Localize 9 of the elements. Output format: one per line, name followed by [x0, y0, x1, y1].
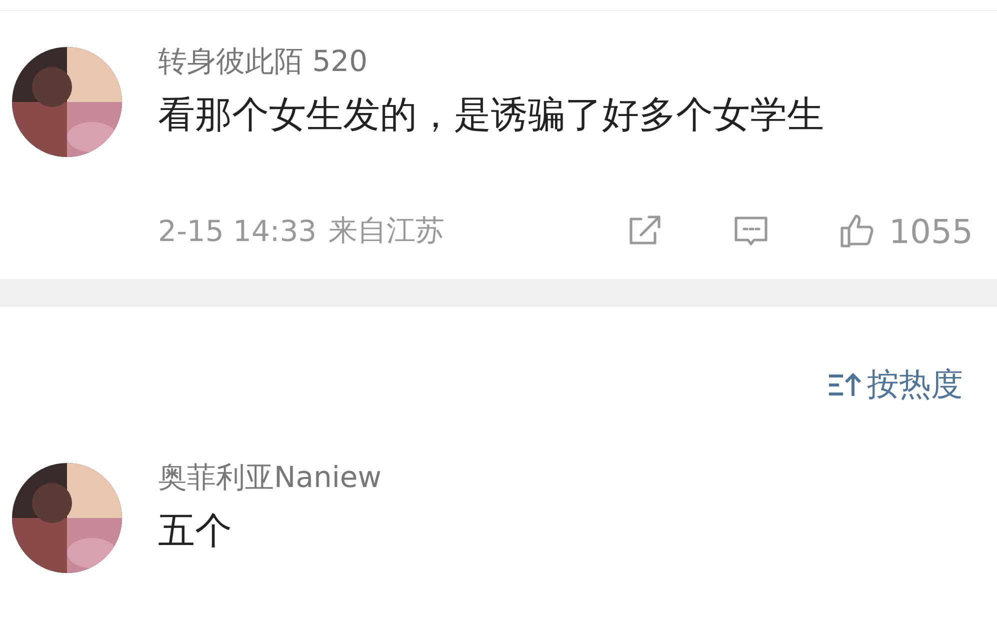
like-count: 1055 [889, 212, 973, 250]
comment-time: 2-15 14:33 [158, 214, 317, 248]
comment-author[interactable]: 奥菲利亚Naniew [158, 459, 973, 495]
sort-button[interactable]: 按热度 [827, 363, 963, 407]
comment-text: 看那个女生发的，是诱骗了好多个女学生 [158, 92, 825, 138]
comment-location: 来自江苏 [328, 212, 445, 249]
comment-text: 五个 [158, 508, 233, 554]
comment-author[interactable]: 转身彼此陌 520 [158, 43, 973, 79]
sort-icon [827, 371, 861, 399]
